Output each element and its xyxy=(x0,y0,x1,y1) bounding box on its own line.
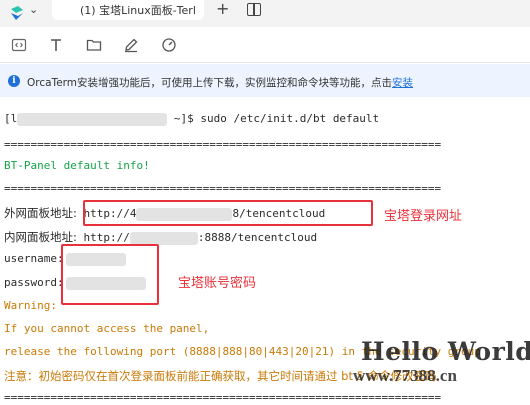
credentials-highlight xyxy=(61,244,159,305)
folder-icon[interactable] xyxy=(86,37,102,53)
chevron-down-icon[interactable]: ⌄ xyxy=(29,3,38,16)
code-icon[interactable] xyxy=(11,37,27,53)
command-prompt-line: [l ~]$ sudo /etc/init.d/bt default xyxy=(4,112,380,126)
edit-icon[interactable] xyxy=(123,37,139,53)
tab-bar: ⌄ (1) 宝塔Linux面板-Terl + xyxy=(0,0,530,27)
banner-message: OrcaTerm安装增强功能后，可使用上传下载，实例监控和命令块等功能，点击安装 xyxy=(27,77,414,89)
redacted-hostname xyxy=(17,112,168,126)
tab-active[interactable]: (1) 宝塔Linux面板-Terl xyxy=(52,0,204,20)
tab-title: (1) 宝塔Linux面板-Terl xyxy=(80,4,196,17)
login-url-annotation: 宝塔登录网址 xyxy=(384,209,463,224)
redacted-ip xyxy=(129,231,198,245)
watermark-title: Hello World xyxy=(361,337,530,366)
login-url-highlight xyxy=(83,200,373,226)
info-banner: i OrcaTerm安装增强功能后，可使用上传下载，实例监控和命令块等功能，点击… xyxy=(0,64,530,97)
toolbar xyxy=(0,27,530,63)
info-title: BT-Panel default info! xyxy=(4,159,150,172)
text-icon[interactable] xyxy=(48,37,64,53)
new-tab-button[interactable]: + xyxy=(216,0,229,18)
watermark-url: www.77388.cn xyxy=(353,366,457,385)
info-icon: i xyxy=(8,75,20,87)
separator-line: ========================================… xyxy=(4,182,442,195)
split-view-icon[interactable] xyxy=(247,3,261,16)
orcaterm-logo-icon[interactable] xyxy=(8,4,26,22)
credentials-annotation: 宝塔账号密码 xyxy=(178,276,257,291)
internal-url-line: 内网面板地址: http://:8888/tencentcloud xyxy=(4,230,318,245)
dashboard-icon[interactable] xyxy=(161,37,177,53)
warning-label: Warning: xyxy=(4,299,57,312)
separator-line: ========================================… xyxy=(4,391,442,404)
install-link[interactable]: 安装 xyxy=(392,77,413,89)
separator-line: ========================================… xyxy=(4,138,442,151)
warning-line-1: If you cannot access the panel, xyxy=(4,322,210,335)
